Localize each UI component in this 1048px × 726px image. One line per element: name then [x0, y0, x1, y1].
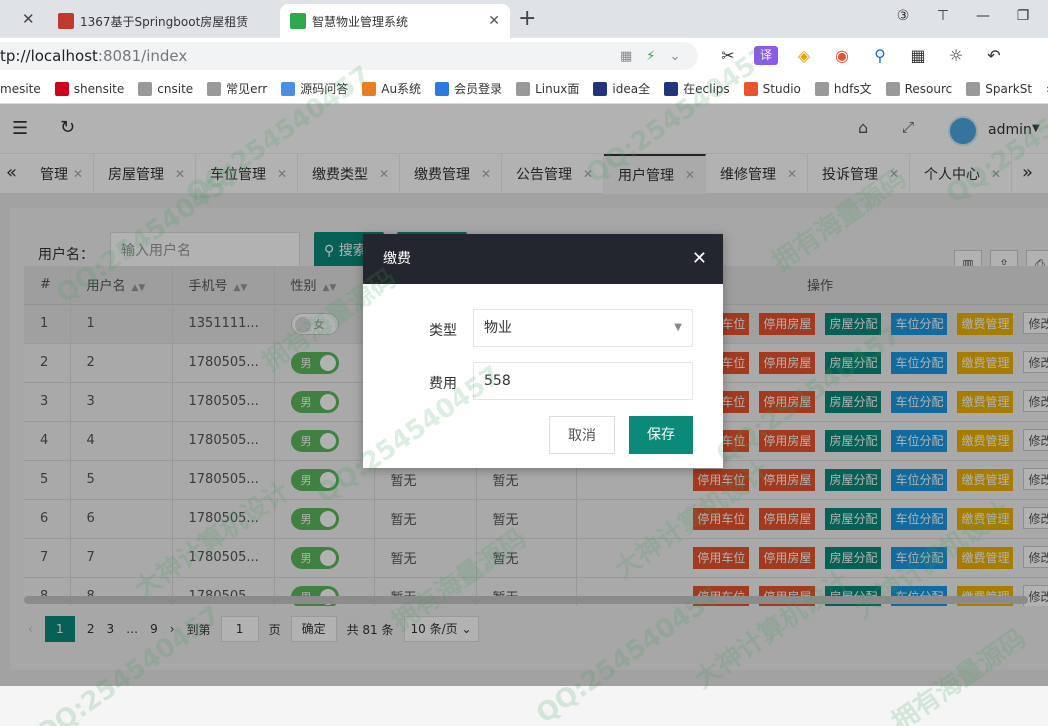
- url-path: :8081/index: [97, 47, 188, 65]
- tab-favicon: [58, 13, 74, 29]
- bookmark-icon: [664, 81, 679, 96]
- bookmark-item[interactable]: shensite: [54, 81, 125, 96]
- bookmark-icon: [207, 81, 222, 96]
- browser-tab-1[interactable]: 1367基于Springboot房屋租赁: [48, 4, 280, 38]
- bookmark-label: cnsite: [157, 81, 194, 96]
- toolbar-icons: ✂ 译 ◈ ◉ ⚲ ▦ ☼ ↶: [716, 46, 1006, 65]
- url-bar-icons: ▦ ⚡ ⌄: [620, 49, 680, 64]
- bookmark-label: mesite: [0, 81, 41, 96]
- browser-tab-title: 1367基于Springboot房屋租赁: [80, 14, 249, 29]
- bookmark-icon: [138, 81, 153, 96]
- browser-tab-2[interactable]: 智慧物业管理系统 ✕: [280, 4, 510, 38]
- qr-icon[interactable]: ▦: [620, 49, 632, 64]
- chevron-down-icon[interactable]: ⌄: [669, 49, 680, 64]
- bookmark-label: shensite: [73, 81, 125, 96]
- bookmark-label: 源码问答: [300, 82, 349, 96]
- fee-label: 费用: [429, 376, 457, 392]
- bookmark-icon: [885, 81, 900, 96]
- bookmark-item[interactable]: mesite: [0, 82, 41, 96]
- status-bar: [0, 686, 1048, 726]
- window-controls: ③ ⊤ — ❐: [892, 8, 1048, 24]
- undo-icon[interactable]: ↶: [982, 46, 1006, 65]
- bookmark-item[interactable]: Linux面: [516, 80, 579, 97]
- bookmark-label: Au系统: [381, 82, 422, 96]
- new-tab-button[interactable]: +: [518, 6, 536, 31]
- browser-tabstrip: ✕ 1367基于Springboot房屋租赁 智慧物业管理系统 ✕ + ③ ⊤ …: [0, 0, 1048, 38]
- modal-title: 缴费: [383, 251, 411, 267]
- bookmarks-bar: mesite shensite cnsite 常见err 源码问答 Au系统 会员登录 Lin…: [0, 74, 1048, 104]
- url-bar[interactable]: tp://localhost:8081/index: [0, 42, 698, 70]
- grid-icon[interactable]: ▦: [906, 46, 930, 65]
- bookmark-icon: [743, 81, 758, 96]
- tab-favicon: [290, 13, 306, 29]
- restore-icon[interactable]: ❐: [1012, 8, 1034, 24]
- bookmark-item[interactable]: Resourc: [885, 81, 953, 96]
- sun-icon[interactable]: ☼: [944, 46, 968, 65]
- bookmark-icon: [966, 81, 981, 96]
- bookmark-item[interactable]: 源码问答: [281, 80, 348, 97]
- search-icon[interactable]: ⚲: [868, 46, 892, 65]
- bookmark-item[interactable]: SparkSt: [966, 81, 1033, 96]
- bookmark-item[interactable]: cnsite: [138, 81, 194, 96]
- scissors-icon[interactable]: ✂: [716, 46, 740, 65]
- bookmark-icon: [516, 81, 531, 96]
- close-tab-icon[interactable]: ✕: [488, 13, 500, 29]
- close-tab-icon[interactable]: ✕: [22, 10, 35, 28]
- bookmark-label: Linux面: [535, 82, 580, 96]
- shirt-icon[interactable]: ⊤: [932, 8, 954, 24]
- bookmark-item[interactable]: Au系统: [362, 80, 421, 97]
- minimize-icon[interactable]: —: [972, 8, 994, 24]
- type-select[interactable]: 物业 ▼: [473, 309, 693, 347]
- gamepad-icon[interactable]: ◉: [830, 46, 854, 65]
- browser-tab-title: 智慧物业管理系统: [312, 14, 409, 29]
- address-toolbar: tp://localhost:8081/index ▦ ⚡ ⌄ ✂ 译 ◈ ◉ …: [0, 38, 1048, 74]
- bookmark-icon: [362, 81, 377, 96]
- bookmark-item[interactable]: 在eclips: [664, 80, 730, 97]
- bookmark-item[interactable]: 会员登录: [435, 80, 502, 97]
- tab-count-icon[interactable]: ③: [892, 8, 914, 24]
- bookmark-label: Resourc: [904, 81, 953, 96]
- cancel-button[interactable]: 取消: [549, 416, 615, 454]
- payment-modal: 缴费 ✕ 类型 物业 ▼ 费用 558 取消 保存: [363, 234, 723, 468]
- coin-shield-icon[interactable]: ◈: [792, 46, 816, 65]
- translate-icon[interactable]: 译: [754, 46, 778, 65]
- bookmark-icon: [814, 81, 829, 96]
- bookmark-item[interactable]: Studio: [743, 81, 801, 96]
- bookmark-icon: [281, 81, 296, 96]
- caret-down-icon: ▼: [674, 322, 682, 333]
- lightning-icon[interactable]: ⚡: [646, 49, 655, 64]
- type-value: 物业: [484, 320, 512, 336]
- bookmark-item[interactable]: hdfs文: [814, 80, 872, 97]
- bookmark-label: Studio: [762, 81, 801, 96]
- close-icon[interactable]: ✕: [692, 234, 707, 284]
- bookmark-label: 会员登录: [454, 82, 503, 96]
- bookmark-label: SparkSt: [985, 81, 1033, 96]
- bookmark-label: 在eclips: [683, 82, 730, 96]
- type-label: 类型: [429, 323, 457, 339]
- bookmark-label: 常见err: [226, 82, 268, 96]
- bookmark-icon: [593, 81, 608, 96]
- url-host: tp://localhost: [0, 47, 98, 65]
- fee-input[interactable]: 558: [473, 362, 693, 400]
- bookmark-label: idea全: [612, 82, 651, 96]
- modal-header: 缴费 ✕: [363, 234, 723, 284]
- bookmark-label: hdfs文: [833, 82, 872, 96]
- save-button[interactable]: 保存: [629, 416, 693, 454]
- bookmark-item[interactable]: 常见err: [207, 80, 267, 97]
- bookmark-icon: [54, 81, 69, 96]
- bookmark-item[interactable]: idea全: [593, 80, 650, 97]
- bookmark-icon: [435, 81, 450, 96]
